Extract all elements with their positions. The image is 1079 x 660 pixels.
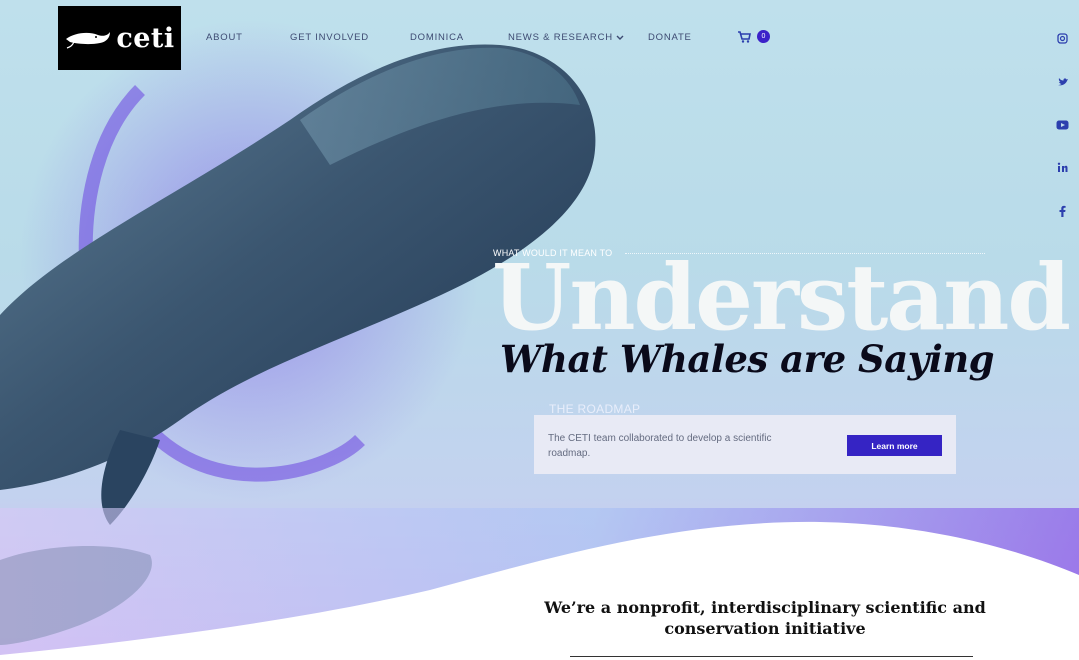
learn-more-button[interactable]: Learn more xyxy=(847,435,942,456)
linkedin-icon[interactable] xyxy=(1054,159,1071,176)
cart-icon xyxy=(738,30,751,43)
logo-wordmark: ceti xyxy=(116,22,175,54)
instagram-icon[interactable] xyxy=(1054,30,1071,47)
cart-count-badge: 0 xyxy=(757,30,770,43)
section-divider xyxy=(570,656,973,657)
roadmap-title: THE ROADMAP xyxy=(549,402,641,416)
facebook-icon[interactable] xyxy=(1054,202,1071,219)
youtube-icon[interactable] xyxy=(1054,116,1071,133)
twitter-icon[interactable] xyxy=(1054,73,1071,90)
nav-news-label: NEWS & RESEARCH xyxy=(508,32,613,43)
social-links xyxy=(1054,30,1071,219)
nav-get-involved[interactable]: GET INVOLVED xyxy=(290,32,369,43)
chevron-down-icon xyxy=(616,35,624,40)
nav-about[interactable]: ABOUT xyxy=(206,32,243,43)
whale-logo-icon xyxy=(66,32,111,49)
nav-dominica[interactable]: DOMINICA xyxy=(410,32,464,43)
cart-button[interactable]: 0 xyxy=(737,30,770,43)
roadmap-text: The CETI team collaborated to develop a … xyxy=(548,433,772,459)
ceti-logo[interactable]: ceti xyxy=(58,6,181,70)
roadmap-card: The CETI team collaborated to develop a … xyxy=(534,415,956,474)
mission-statement: We’re a nonprofit, interdisciplinary sci… xyxy=(544,598,986,638)
hero-subheadline: What Whales are Saying xyxy=(500,337,995,381)
hero-section: ceti ABOUT GET INVOLVED DOMINICA NEWS & … xyxy=(0,0,1079,660)
hero-headline: Understand xyxy=(492,245,1071,351)
nav-news-research[interactable]: NEWS & RESEARCH xyxy=(508,32,624,43)
nav-donate[interactable]: DONATE xyxy=(648,32,692,43)
